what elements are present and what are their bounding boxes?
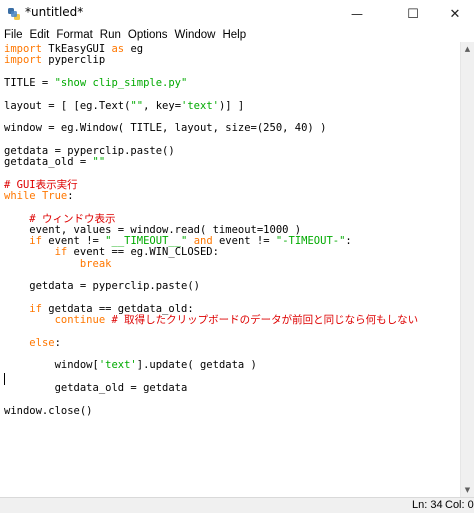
- code-token: getdata_old =: [4, 156, 93, 168]
- code-line: else:: [4, 337, 61, 349]
- minimize-button[interactable]: —: [334, 0, 380, 28]
- code-token: :: [54, 336, 61, 349]
- code-token: break: [79, 257, 112, 270]
- menu-help[interactable]: Help: [222, 29, 246, 41]
- close-button[interactable]: ✕: [432, 0, 474, 28]
- menu-options[interactable]: Options: [128, 29, 168, 41]
- code-line: getdata_old = getdata: [4, 382, 188, 394]
- maximize-button[interactable]: ☐: [390, 0, 436, 28]
- code-token: import: [4, 43, 42, 55]
- code-line: continue # 取得したクリップボードのデータが前回と同じなら何もしない: [4, 314, 419, 327]
- code-token: event, values = window.read( timeout=100…: [4, 223, 302, 236]
- vertical-scrollbar[interactable]: ▲ ▼: [460, 42, 474, 497]
- code-token: "__TIMEOUT__": [105, 235, 188, 248]
- code-token: if: [54, 246, 68, 259]
- code-line: while True:: [4, 190, 74, 202]
- code-token: , key=: [143, 99, 182, 112]
- code-line: layout = [ [eg.Text("", key='text')] ]: [4, 100, 244, 112]
- code-token: 'text': [181, 99, 219, 112]
- code-editor[interactable]: import TkEasyGUI as eg import pyperclip TI…: [0, 42, 460, 497]
- scroll-up-icon[interactable]: ▲: [461, 42, 474, 56]
- code-token: continue: [54, 314, 106, 327]
- code-token: 'text': [98, 359, 137, 372]
- text-cursor: [4, 373, 5, 385]
- code-token: # ウィンドウ表示: [29, 212, 116, 225]
- python-idle-icon: [8, 8, 20, 20]
- code-line: break: [4, 257, 112, 270]
- code-token: getdata_old = getdata: [4, 382, 188, 394]
- scroll-down-icon[interactable]: ▼: [461, 483, 474, 497]
- code-line: TITLE = "show clip_simple.py": [4, 77, 187, 89]
- code-token: eg: [124, 43, 144, 55]
- close-icon: ✕: [449, 6, 461, 22]
- code-token: True: [41, 189, 68, 202]
- code-token: import: [4, 54, 42, 67]
- status-bar: Ln: 34 Col: 0: [0, 497, 474, 513]
- code-line: if event != "__TIMEOUT__" and event != "…: [4, 235, 352, 248]
- code-token: window.close(): [4, 404, 93, 417]
- code-token: TkEasyGUI: [41, 43, 112, 55]
- maximize-icon: ☐: [407, 6, 419, 22]
- code-token: # 取得したクリップボードのデータが前回と同じなら何もしない: [111, 314, 419, 327]
- code-line: getdata_old = "": [4, 156, 105, 168]
- code-line: import TkEasyGUI as eg: [4, 43, 143, 55]
- code-token: )] ]: [218, 99, 245, 112]
- code-token: as: [111, 43, 125, 55]
- code-token: "": [92, 156, 106, 168]
- code-token: else: [29, 336, 55, 349]
- code-token: :: [345, 235, 352, 248]
- menu-edit[interactable]: Edit: [30, 29, 50, 41]
- code-token: TITLE =: [4, 76, 55, 89]
- code-token: pyperclip: [41, 54, 106, 67]
- code-line: window.close(): [4, 405, 93, 417]
- code-line: getdata = pyperclip.paste(): [4, 280, 200, 292]
- code-line: event, values = window.read( timeout=100…: [4, 224, 301, 236]
- code-token: # GUI表示実行: [4, 178, 78, 191]
- code-token: ].update( getdata ): [136, 359, 257, 372]
- code-line: import pyperclip: [4, 54, 105, 66]
- code-token: :: [67, 189, 74, 202]
- code-token: getdata = pyperclip.paste(): [4, 144, 175, 157]
- code-token: layout = [ [eg.Text(: [4, 99, 131, 112]
- code-token: and: [193, 235, 213, 248]
- code-token: event !=: [212, 235, 276, 248]
- code-line: window = eg.Window( TITLE, layout, size=…: [4, 122, 326, 134]
- minimize-icon: —: [351, 7, 363, 21]
- menu-format[interactable]: Format: [56, 29, 92, 41]
- menu-file[interactable]: File: [4, 29, 23, 41]
- code-token: if: [29, 235, 42, 248]
- code-line: if event == eg.WIN_CLOSED:: [4, 246, 219, 258]
- code-token: window = eg.Window( TITLE, layout, size=…: [4, 122, 327, 135]
- code-token: "": [130, 99, 144, 112]
- code-line: # GUI表示実行: [4, 179, 78, 191]
- code-line: window['text'].update( getdata ): [4, 359, 257, 371]
- status-column-number: Col: 0: [445, 499, 474, 511]
- code-token: getdata = pyperclip.paste(): [4, 280, 200, 293]
- menu-bar: File Edit Format Run Options Window Help: [0, 28, 474, 42]
- code-line: getdata = pyperclip.paste(): [4, 145, 175, 157]
- status-line-number: Ln: 34: [412, 499, 443, 511]
- code-token: window[: [4, 359, 99, 372]
- title-bar[interactable]: *untitled* — ☐ ✕: [0, 0, 474, 28]
- menu-run[interactable]: Run: [100, 29, 121, 41]
- menu-window[interactable]: Window: [175, 29, 216, 41]
- code-token: "show clip_simple.py": [54, 76, 188, 89]
- code-token: event !=: [41, 235, 106, 248]
- code-line: # ウィンドウ表示: [4, 213, 115, 225]
- code-token: event == eg.WIN_CLOSED:: [67, 246, 219, 259]
- code-token: while: [4, 189, 36, 202]
- code-token: "-TIMEOUT-": [275, 235, 346, 248]
- window-title: *untitled*: [25, 5, 84, 19]
